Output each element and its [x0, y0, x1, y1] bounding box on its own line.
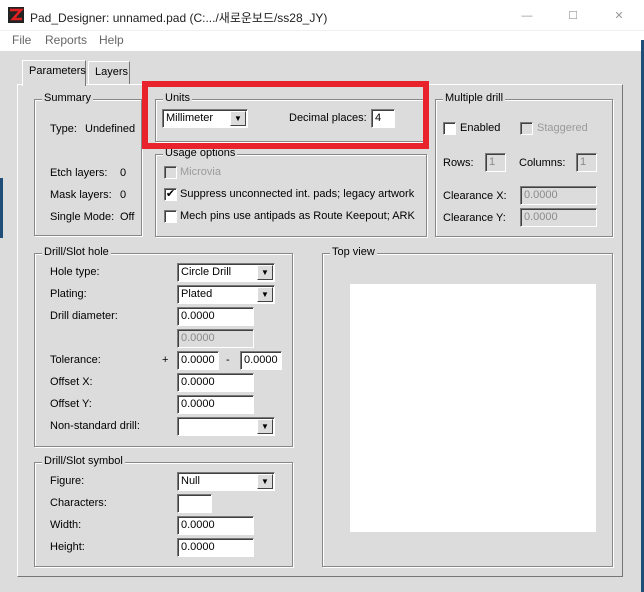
plating-select[interactable]: Plated ▼ [177, 285, 275, 304]
clearance-y-input[interactable]: 0.0000 [520, 208, 597, 227]
chevron-down-icon: ▼ [257, 265, 273, 280]
drill-diameter-secondary-input[interactable]: 0.0000 [177, 329, 254, 348]
non-standard-drill-label: Non-standard drill: [50, 420, 140, 432]
menu-bar [0, 31, 644, 51]
menu-file[interactable]: File [12, 33, 31, 47]
microvia-label: Microvia [180, 166, 221, 178]
width-label: Width: [50, 519, 82, 531]
plating-label: Plating: [50, 288, 87, 300]
mask-layers-label: Mask layers: [50, 189, 112, 201]
hole-type-value: Circle Drill [181, 266, 232, 278]
suppress-pads-checkbox[interactable]: ✔ [164, 188, 177, 201]
suppress-pads-label: Suppress unconnected int. pads; legacy a… [180, 188, 415, 200]
etch-layers-value: 0 [120, 167, 127, 179]
non-standard-drill-select[interactable]: ▼ [177, 417, 275, 436]
drill-slot-symbol-title: Drill/Slot symbol [42, 455, 125, 467]
rows-input[interactable]: 1 [485, 153, 506, 172]
tab-parameters[interactable]: Parameters [22, 60, 86, 86]
type-label: Type: [50, 123, 77, 135]
staggered-label: Staggered [537, 122, 588, 134]
clearance-y-label: Clearance Y: [443, 212, 506, 224]
minimize-button[interactable]: — [504, 0, 550, 31]
mech-pins-label: Mech pins use antipads as Route Keepout;… [180, 210, 415, 222]
chevron-down-icon: ▼ [257, 474, 273, 489]
window-title: Pad_Designer: unnamed.pad (C:.../새로운보드/s… [30, 11, 328, 25]
drill-diameter-label: Drill diameter: [50, 310, 118, 322]
close-button[interactable]: ✕ [596, 0, 642, 31]
hole-type-select[interactable]: Circle Drill ▼ [177, 263, 275, 282]
characters-input[interactable] [177, 494, 212, 513]
close-icon: ✕ [614, 10, 624, 22]
enabled-checkbox[interactable] [443, 122, 456, 135]
offset-x-label: Offset X: [50, 376, 93, 388]
maximize-button[interactable]: ☐ [550, 0, 596, 31]
mech-pins-checkbox[interactable] [164, 210, 177, 223]
clearance-x-input[interactable]: 0.0000 [520, 186, 597, 205]
drill-slot-hole-title: Drill/Slot hole [42, 246, 111, 258]
checkmark-icon: ✔ [165, 188, 176, 200]
columns-input[interactable]: 1 [576, 153, 597, 172]
highlight-box [142, 81, 429, 149]
single-mode-label: Single Mode: [50, 211, 115, 223]
tab-layers[interactable]: Layers [88, 61, 130, 85]
pad-designer-app-icon [8, 7, 24, 23]
chevron-down-icon: ▼ [257, 419, 273, 434]
figure-label: Figure: [50, 475, 85, 487]
plating-value: Plated [181, 288, 213, 300]
menu-reports[interactable]: Reports [45, 33, 87, 47]
mask-layers-value: 0 [120, 189, 127, 201]
enabled-label: Enabled [460, 122, 501, 134]
width-input[interactable]: 0.0000 [177, 516, 254, 535]
figure-value: Null [181, 475, 200, 487]
offset-y-input[interactable]: 0.0000 [177, 395, 254, 414]
background-window-edge [0, 178, 3, 238]
menu-help[interactable]: Help [99, 33, 124, 47]
tolerance-plus-sign: + [162, 354, 169, 366]
clearance-x-label: Clearance X: [443, 190, 507, 202]
top-view-title: Top view [330, 246, 377, 258]
rows-label: Rows: [443, 157, 474, 169]
tolerance-minus-input[interactable]: 0.0000 [240, 351, 282, 370]
tolerance-plus-input[interactable]: 0.0000 [177, 351, 219, 370]
offset-x-input[interactable]: 0.0000 [177, 373, 254, 392]
etch-layers-label: Etch layers: [50, 167, 108, 179]
offset-y-label: Offset Y: [50, 398, 92, 410]
drill-diameter-input[interactable]: 0.0000 [177, 307, 254, 326]
multiple-drill-title: Multiple drill [443, 92, 506, 104]
columns-label: Columns: [519, 157, 566, 169]
tolerance-minus-sign: - [226, 354, 230, 366]
characters-label: Characters: [50, 497, 107, 509]
single-mode-value: Off [120, 211, 135, 223]
minimize-icon: — [521, 9, 533, 22]
maximize-icon: ☐ [568, 10, 578, 22]
chevron-down-icon: ▼ [257, 287, 273, 302]
height-input[interactable]: 0.0000 [177, 538, 254, 557]
height-label: Height: [50, 541, 85, 553]
type-value: Undefined [85, 123, 136, 135]
tolerance-label: Tolerance: [50, 354, 101, 366]
hole-type-label: Hole type: [50, 266, 100, 278]
summary-title: Summary [42, 92, 94, 104]
top-view-canvas [350, 284, 596, 532]
figure-select[interactable]: Null ▼ [177, 472, 275, 491]
microvia-checkbox[interactable] [164, 166, 177, 179]
staggered-checkbox[interactable] [520, 122, 533, 135]
